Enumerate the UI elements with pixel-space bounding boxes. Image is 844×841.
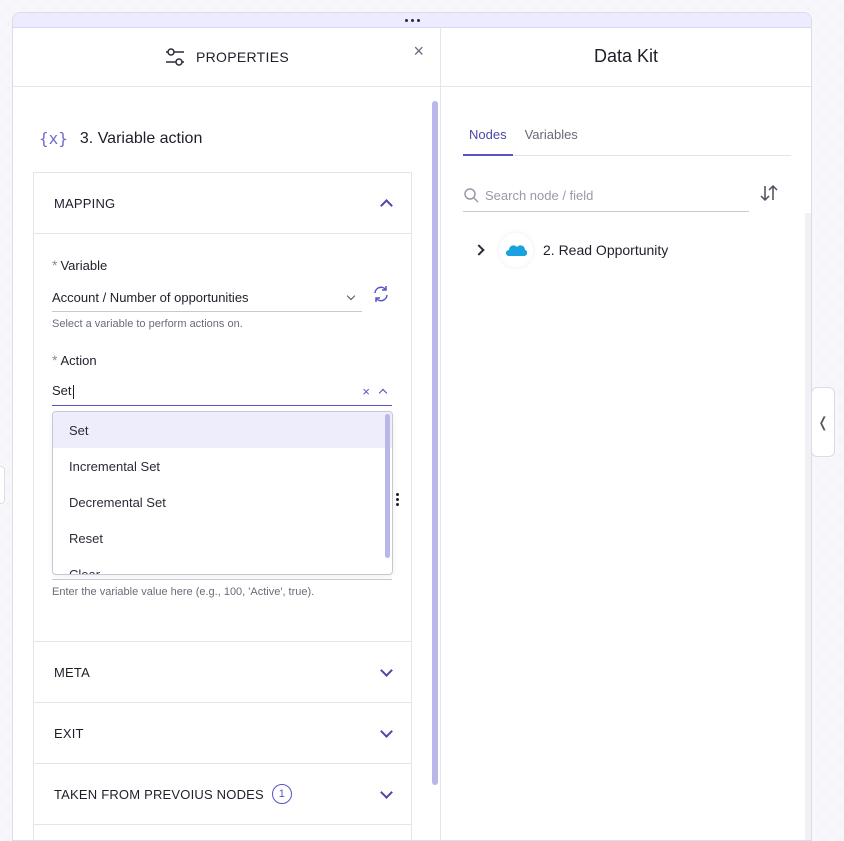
chevron-up-icon[interactable] xyxy=(380,198,393,212)
more-dots-icon[interactable] xyxy=(404,18,420,22)
action-input-text[interactable]: Set xyxy=(52,383,72,398)
chevron-right-icon[interactable] xyxy=(473,244,485,256)
chevron-left-icon: ❬ xyxy=(817,413,829,430)
dropdown-scrollbar[interactable] xyxy=(385,414,390,558)
sort-icon[interactable] xyxy=(759,183,779,203)
variable-label: * Variable xyxy=(52,257,108,273)
mapping-section: MAPPING * Variable Account / Number of op… xyxy=(33,172,412,643)
collapse-panel-tab[interactable]: ❬ xyxy=(811,387,835,457)
search-icon xyxy=(464,188,479,203)
option-set[interactable]: Set xyxy=(53,412,392,448)
node-read-opportunity[interactable]: 2. Read Opportunity xyxy=(473,233,669,267)
action-options-list[interactable]: Set Incremental Set Decremental Set Rese… xyxy=(52,411,393,575)
exit-section[interactable]: EXIT xyxy=(33,702,412,764)
data-kit-scrollbar[interactable] xyxy=(805,213,811,840)
data-kit-tabs: Nodes Variables xyxy=(463,127,791,156)
variable-value: Account / Number of opportunities xyxy=(52,289,249,305)
taken-title: TAKEN FROM PREVOIUS NODES xyxy=(54,786,264,802)
chevron-down-icon[interactable] xyxy=(380,663,393,677)
count-badge: 1 xyxy=(271,784,292,804)
exit-title: EXIT xyxy=(54,725,84,741)
salesforce-cloud-icon xyxy=(499,233,533,267)
taken-from-previous-section[interactable]: TAKEN FROM PREVOIUS NODES 1 xyxy=(33,763,412,825)
canvas-edge-handle[interactable] xyxy=(0,466,5,504)
chevron-up-icon[interactable] xyxy=(378,388,388,397)
mapping-title: MAPPING xyxy=(54,195,116,211)
option-decremental-set[interactable]: Decremental Set xyxy=(53,484,392,520)
action-label: * Action xyxy=(52,352,97,368)
properties-panel: PROPERTIES × {x} 3. Variable action MAPP… xyxy=(13,27,441,840)
sliders-icon xyxy=(166,47,184,66)
step-title: 3. Variable action xyxy=(79,129,203,147)
properties-title: PROPERTIES xyxy=(196,48,289,65)
properties-header: PROPERTIES × xyxy=(13,27,440,87)
chevron-down-icon[interactable] xyxy=(346,291,356,300)
node-search[interactable]: Search node / field xyxy=(463,179,749,212)
option-incremental-set[interactable]: Incremental Set xyxy=(53,448,392,484)
node-label: 2. Read Opportunity xyxy=(543,242,669,258)
meta-section[interactable]: META xyxy=(33,641,412,703)
next-section-partial xyxy=(33,824,412,840)
data-kit-panel: Data Kit Nodes Variables Search node / f… xyxy=(441,27,811,840)
tab-nodes[interactable]: Nodes xyxy=(463,127,513,156)
variable-select[interactable]: Account / Number of opportunities xyxy=(52,283,362,312)
kebab-menu-icon[interactable] xyxy=(396,493,399,506)
option-clear[interactable]: Clear xyxy=(53,556,392,575)
drag-handle-bar[interactable] xyxy=(13,13,811,28)
meta-title: META xyxy=(54,664,90,680)
step-heading: {x} 3. Variable action xyxy=(39,129,202,148)
action-combobox[interactable]: Set × xyxy=(52,377,392,406)
properties-scrollbar[interactable] xyxy=(432,101,438,785)
refresh-icon[interactable] xyxy=(372,285,390,303)
mapping-header[interactable]: MAPPING xyxy=(34,173,411,234)
data-kit-title: Data Kit xyxy=(441,27,811,87)
tab-variables[interactable]: Variables xyxy=(519,127,584,154)
variable-hint: Select a variable to perform actions on. xyxy=(52,318,243,330)
variable-icon: {x} xyxy=(39,129,68,148)
text-cursor xyxy=(72,384,74,399)
value-hint: Enter the variable value here (e.g., 100… xyxy=(52,586,315,598)
option-reset[interactable]: Reset xyxy=(53,520,392,556)
close-icon[interactable]: × xyxy=(413,41,424,62)
value-field[interactable] xyxy=(52,579,392,580)
workflow-editor-frame: PROPERTIES × {x} 3. Variable action MAPP… xyxy=(12,12,812,841)
search-placeholder: Search node / field xyxy=(485,187,594,203)
chevron-down-icon[interactable] xyxy=(380,724,393,738)
chevron-down-icon[interactable] xyxy=(380,785,393,799)
clear-icon[interactable]: × xyxy=(362,384,370,399)
